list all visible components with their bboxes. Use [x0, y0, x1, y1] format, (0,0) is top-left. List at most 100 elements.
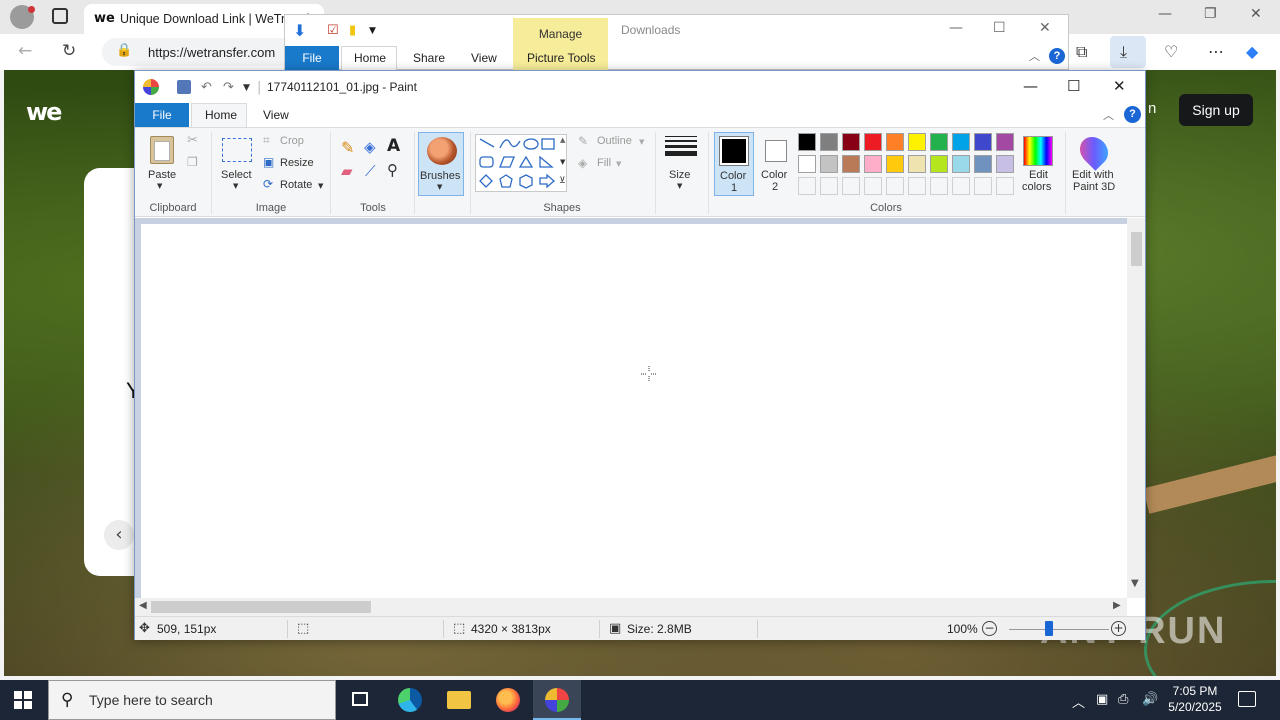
more-menu-icon[interactable]: ⋯: [1208, 42, 1224, 61]
palette-swatch[interactable]: [886, 133, 904, 151]
taskbar-clock[interactable]: 7:05 PM 5/20/2025: [1160, 683, 1230, 715]
fill-button[interactable]: Fill: [597, 157, 611, 169]
brushes-button[interactable]: Brushes ▼: [418, 132, 464, 196]
palette-swatch[interactable]: [930, 133, 948, 151]
size-button[interactable]: Size: [669, 169, 690, 181]
rotate-button[interactable]: Rotate: [280, 179, 312, 191]
eraser-icon[interactable]: ▰: [341, 162, 353, 180]
file-explorer-taskbar-button[interactable]: [435, 680, 483, 720]
palette-custom-swatch[interactable]: [864, 177, 882, 195]
palette-swatch[interactable]: [842, 133, 860, 151]
outline-button[interactable]: Outline: [597, 135, 632, 147]
explorer-close-icon[interactable]: ✕: [1039, 20, 1051, 36]
resize-button[interactable]: Resize: [280, 157, 314, 169]
firefox-taskbar-button[interactable]: [484, 680, 532, 720]
collections-icon[interactable]: ⧉: [1076, 42, 1087, 62]
notification-center-icon[interactable]: [1238, 691, 1256, 707]
zoom-slider-track[interactable]: [1009, 629, 1109, 630]
explorer-maximize-icon[interactable]: ☐: [993, 20, 1006, 36]
undo-icon[interactable]: ↶: [201, 80, 212, 95]
browser-minimize-icon[interactable]: —: [1158, 6, 1172, 22]
select-dropdown-icon[interactable]: ▼: [233, 182, 238, 190]
tab-actions-icon[interactable]: [52, 8, 68, 24]
palette-swatch[interactable]: [996, 133, 1014, 151]
palette-swatch[interactable]: [996, 155, 1014, 173]
explorer-tab-picture-tools[interactable]: Picture Tools: [527, 51, 595, 65]
explorer-tab-file[interactable]: File: [285, 46, 339, 70]
browser-restore-icon[interactable]: ❐: [1204, 6, 1217, 22]
palette-swatch[interactable]: [930, 155, 948, 173]
taskbar-search-box[interactable]: ⚲ Type here to search: [48, 680, 336, 720]
address-bar[interactable]: 🔒 https://wetransfer.com: [102, 38, 302, 66]
paste-button[interactable]: Paste: [148, 169, 176, 181]
show-hidden-icons-icon[interactable]: ︿: [1072, 692, 1085, 711]
text-tool-icon[interactable]: A: [387, 136, 400, 156]
palette-swatch[interactable]: [974, 155, 992, 173]
cut-icon[interactable]: ✂: [187, 133, 198, 148]
windows-start-icon[interactable]: [14, 691, 32, 709]
new-folder-icon[interactable]: ▮: [349, 23, 356, 38]
scroll-down-arrow-icon[interactable]: ▼: [1131, 578, 1139, 589]
save-icon[interactable]: [177, 80, 191, 94]
copilot-icon[interactable]: ◆: [1246, 42, 1258, 61]
wetransfer-logo[interactable]: we: [26, 98, 62, 126]
explorer-tab-home[interactable]: Home: [354, 51, 386, 65]
rotate-icon[interactable]: ⟳: [263, 177, 273, 191]
edit-colors-icon[interactable]: [1023, 136, 1053, 166]
paint-close-icon[interactable]: ✕: [1113, 77, 1126, 95]
palette-custom-swatch[interactable]: [996, 177, 1014, 195]
drawing-canvas[interactable]: [141, 224, 1127, 598]
palette-custom-swatch[interactable]: [930, 177, 948, 195]
palette-custom-swatch[interactable]: [952, 177, 970, 195]
edge-taskbar-button[interactable]: [386, 680, 434, 720]
shapes-more-icon[interactable]: ⊻: [559, 176, 566, 186]
copy-icon[interactable]: ❐: [187, 155, 198, 169]
scroll-left-arrow-icon[interactable]: ◀: [139, 600, 147, 611]
color-2-label[interactable]: Color: [761, 169, 787, 181]
zoom-slider-thumb[interactable]: [1045, 621, 1053, 636]
size-dropdown-icon[interactable]: ▼: [677, 182, 682, 190]
explorer-help-icon[interactable]: ?: [1049, 48, 1065, 64]
palette-swatch[interactable]: [820, 155, 838, 173]
explorer-minimize-icon[interactable]: —: [949, 20, 963, 36]
palette-custom-swatch[interactable]: [842, 177, 860, 195]
palette-swatch[interactable]: [908, 155, 926, 173]
palette-custom-swatch[interactable]: [886, 177, 904, 195]
crop-button[interactable]: Crop: [280, 135, 304, 147]
paint-3d-icon[interactable]: [1074, 131, 1114, 171]
select-button[interactable]: Select: [221, 169, 252, 181]
zoom-in-icon[interactable]: +: [1111, 621, 1126, 636]
scroll-right-arrow-icon[interactable]: ▶: [1113, 600, 1121, 611]
signin-link-fragment[interactable]: n: [1148, 100, 1156, 117]
color-1-button[interactable]: Color 1: [714, 132, 754, 196]
paint-maximize-icon[interactable]: ☐: [1067, 77, 1080, 95]
palette-custom-swatch[interactable]: [820, 177, 838, 195]
palette-swatch[interactable]: [820, 133, 838, 151]
paint-minimize-icon[interactable]: —: [1023, 77, 1038, 95]
select-icon[interactable]: [222, 138, 252, 162]
palette-swatch[interactable]: [864, 155, 882, 173]
size-lines-icon[interactable]: [665, 136, 697, 160]
palette-swatch[interactable]: [952, 155, 970, 173]
edit-with-paint3d-label[interactable]: Edit with: [1072, 169, 1114, 181]
crop-icon[interactable]: ⌗: [263, 133, 270, 148]
vertical-scrollbar[interactable]: ▼: [1127, 218, 1145, 598]
outline-icon[interactable]: ✎: [578, 134, 588, 148]
pencil-icon[interactable]: ✎: [341, 138, 354, 157]
paint-tab-view[interactable]: View: [263, 108, 289, 122]
zoom-out-icon[interactable]: −: [982, 621, 997, 636]
chevron-left-icon[interactable]: ‹: [104, 520, 134, 550]
fill-icon[interactable]: ◈: [578, 156, 587, 170]
shapes-gallery[interactable]: [475, 134, 567, 192]
shapes-scroll-up-icon[interactable]: ▲: [560, 136, 565, 144]
color-picker-icon[interactable]: ⟋: [365, 162, 376, 180]
paint-tab-file[interactable]: File: [135, 103, 189, 127]
explorer-collapse-ribbon-icon[interactable]: ︿: [1029, 48, 1040, 64]
collapse-ribbon-icon[interactable]: ︿: [1103, 107, 1114, 123]
palette-swatch[interactable]: [952, 133, 970, 151]
color-2-swatch[interactable]: [765, 140, 787, 162]
back-arrow-icon[interactable]: ←: [18, 41, 32, 61]
browser-essentials-icon[interactable]: ♡: [1164, 42, 1178, 61]
outline-dropdown-icon[interactable]: ▼: [639, 138, 644, 146]
palette-swatch[interactable]: [798, 155, 816, 173]
